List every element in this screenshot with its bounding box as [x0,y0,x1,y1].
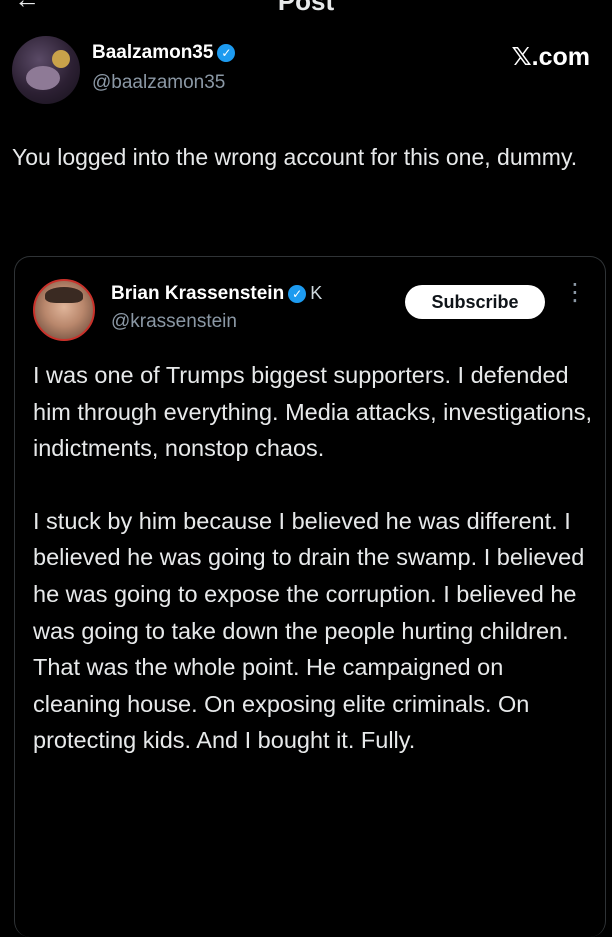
x-com-logo: 𝕏.com [511,43,591,71]
reply-text: You logged into the wrong account for th… [12,144,578,170]
quoted-avatar[interactable] [33,279,95,341]
quoted-name-row[interactable]: Brian Krassenstein ✓ K [111,283,322,305]
quoted-paragraph: I stuck by him because I believed he was… [33,507,585,754]
subscribe-button[interactable]: Subscribe [405,285,545,319]
avatar-shape [45,287,83,303]
quoted-post-body: I was one of Trumps biggest supporters. … [33,357,593,759]
post-header: Baalzamon35 ✓ @baalzamon35 𝕏.com [12,36,602,106]
avatar-shape [52,50,70,68]
more-options-icon[interactable]: ⋮ [563,281,587,305]
verified-badge-icon: ✓ [217,44,236,62]
page-title: Post [277,0,335,16]
quoted-paragraph: I was one of Trumps biggest supporters. … [33,362,593,462]
author-handle[interactable]: @baalzamon35 [92,72,225,94]
verified-badge-icon: ✓ [288,285,307,303]
avatar-shape [26,66,60,90]
author-name-row[interactable]: Baalzamon35 ✓ [92,42,236,64]
quoted-author-handle[interactable]: @krassenstein [111,311,237,333]
quoted-post[interactable]: Brian Krassenstein ✓ K @krassenstein Subsc… [14,256,606,937]
quoted-author-name[interactable]: Brian Krassenstein [111,283,284,304]
affiliate-badge-icon: K [310,283,323,303]
avatar[interactable] [12,36,80,104]
author-name[interactable]: Baalzamon35 [92,42,213,63]
